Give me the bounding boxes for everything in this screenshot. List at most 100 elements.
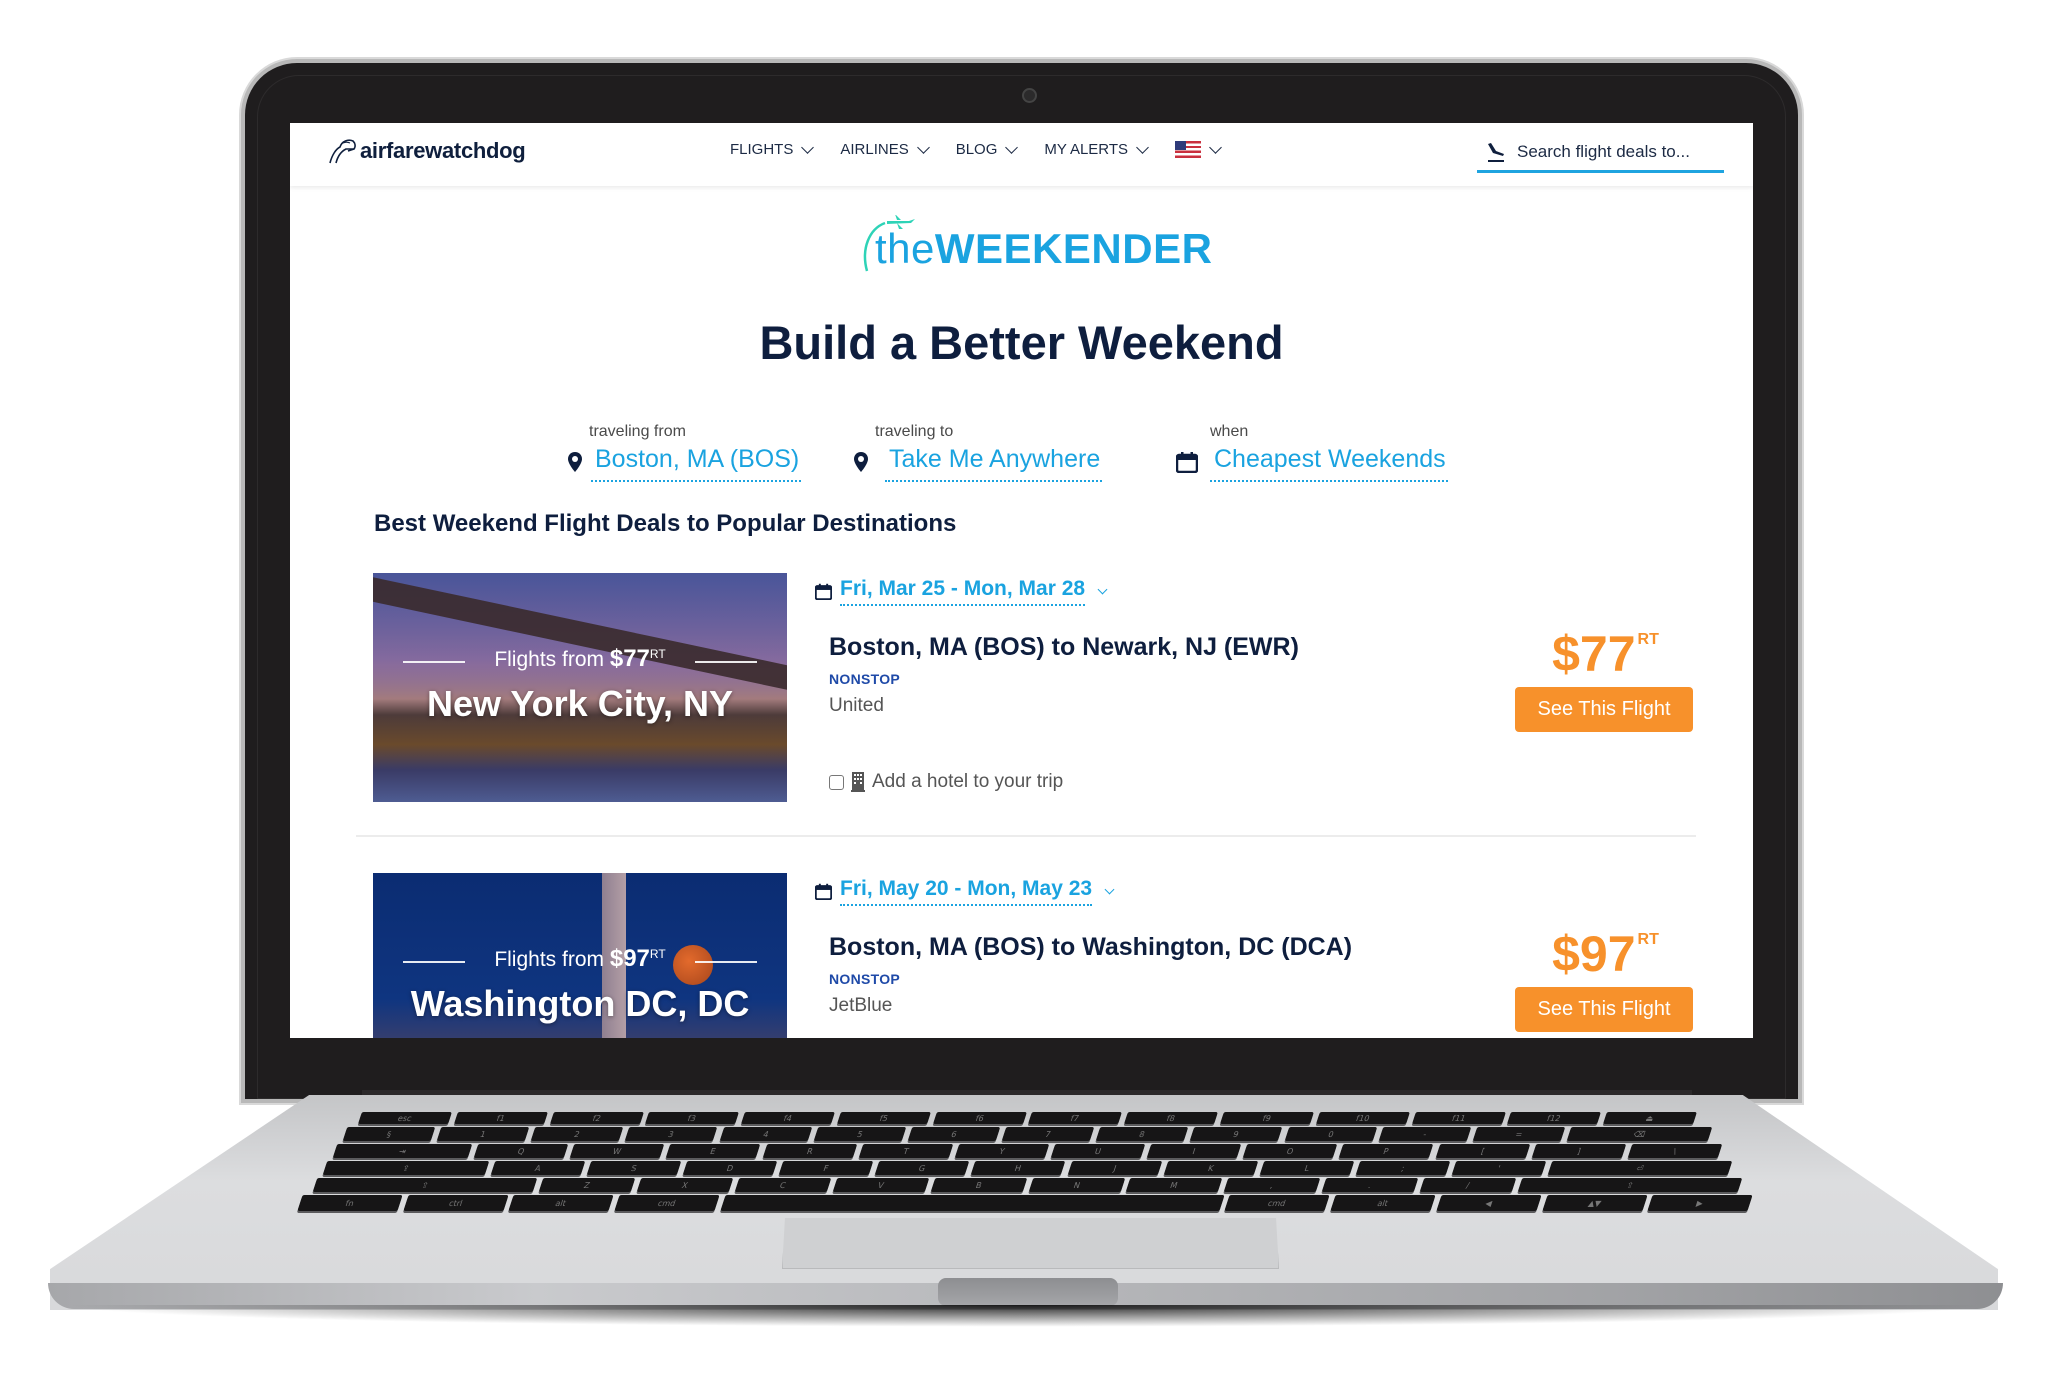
keyboard-row: § 1 2 3 4 5 6 7 8 9 0- = ⌫ <box>342 1127 1713 1141</box>
keyboard-key: alt <box>1330 1195 1436 1211</box>
rt-label: RT <box>649 647 666 661</box>
plane-landing-icon <box>1488 142 1504 162</box>
to-value[interactable]: Take Me Anywhere <box>885 445 1103 482</box>
keyboard-key: ⏏ <box>1603 1112 1697 1124</box>
keyboard-key: 9 <box>1190 1127 1283 1141</box>
flights-from-label: Flights from <box>494 948 604 971</box>
keyboard-key: f5 <box>836 1112 931 1124</box>
keyboard-row: ⇥ Q W E R T Y U I O P[] \ <box>332 1144 1723 1158</box>
price-amount: $77 <box>1552 626 1636 682</box>
keyboard-row: esc f1 f2 f3 f4 f5 f6 f7 f8 f9 f10 f11 f12 ⏏ <box>358 1112 1697 1124</box>
keyboard-key: ▶ <box>1647 1195 1753 1211</box>
keyboard-key: S <box>586 1161 682 1175</box>
laptop-keyboard: esc f1 f2 f3 f4 f5 f6 f7 f8 f9 f10 f11 f12 ⏏ § 1 2 3 4 5 6 7 8… <box>297 1112 1753 1211</box>
keyboard-key: Q <box>473 1144 569 1158</box>
destination-image[interactable]: Flights from $77RT New York City, NY <box>373 573 787 802</box>
nav-my-alerts-label: MY ALERTS <box>1044 141 1129 158</box>
section-heading: Best Weekend Flight Deals to Popular Des… <box>374 510 957 537</box>
keyboard-key: fn <box>297 1195 403 1211</box>
keyboard-key: f4 <box>741 1112 835 1124</box>
keyboard-key: N <box>1028 1178 1125 1192</box>
deal-price: $77 RT <box>1513 625 1698 683</box>
nav-blog[interactable]: BLOG <box>956 140 1019 158</box>
keyboard-key: ⏎ <box>1547 1161 1733 1175</box>
keyboard-row: ⇪ A S D F G H J K L; ' ⏎ <box>322 1161 1733 1175</box>
chevron-down-icon <box>1209 140 1222 154</box>
watchdog-icon <box>329 139 356 164</box>
flights-from-price: $97 <box>609 945 650 972</box>
nav-my-alerts[interactable]: MY ALERTS <box>1044 140 1149 158</box>
us-flag-icon <box>1175 141 1202 158</box>
image-overlay: Flights from $97RT Washington DC, DC <box>373 873 787 1038</box>
keyboard-row: fn ctrl alt cmd cmd alt ◀ ▲▼ ▶ <box>297 1195 1753 1211</box>
laptop-shadow <box>60 1305 1990 1327</box>
calendar-icon <box>1176 452 1198 473</box>
date-selector[interactable]: Fri, May 20 - Mon, May 23 <box>815 877 1115 906</box>
keyboard-key: , <box>1223 1178 1321 1192</box>
lid-opening-notch <box>938 1278 1118 1306</box>
keyboard-key: esc <box>358 1112 452 1124</box>
keyboard-key: R <box>762 1144 858 1158</box>
add-hotel-checkbox[interactable] <box>829 774 844 790</box>
trackpad <box>782 1218 1279 1269</box>
brand-logo[interactable]: airfarewatchdog <box>326 137 526 165</box>
keyboard-key: I <box>1146 1144 1242 1158</box>
chevron-down-icon <box>1097 584 1108 595</box>
see-this-flight-button[interactable]: See This Flight <box>1515 987 1693 1032</box>
nav-flights-label: FLIGHTS <box>730 141 794 158</box>
when-value[interactable]: Cheapest Weekends <box>1210 445 1448 482</box>
keyboard-key: f1 <box>453 1112 548 1124</box>
keyboard-key: alt <box>508 1195 614 1211</box>
flights-from: Flights from $77RT <box>373 645 787 673</box>
keyboard-key: ' <box>1451 1161 1547 1175</box>
top-nav: airfarewatchdog FLIGHTS AIRLINES BLOG MY… <box>290 123 1753 186</box>
date-range[interactable]: Fri, Mar 25 - Mon, Mar 28 <box>840 577 1086 606</box>
logo-wordmark: theWEEKENDER <box>875 225 1212 273</box>
flight-search-input[interactable]: Search flight deals to... <box>1477 133 1724 173</box>
search-placeholder: Search flight deals to... <box>1517 141 1690 161</box>
keyboard-key <box>720 1195 1225 1211</box>
map-pin-icon <box>854 452 868 472</box>
nav-airlines[interactable]: AIRLINES <box>840 140 930 158</box>
from-value[interactable]: Boston, MA (BOS) <box>591 445 802 482</box>
price-suffix: RT <box>1637 931 1659 948</box>
see-this-flight-button[interactable]: See This Flight <box>1515 687 1693 732</box>
add-hotel-option[interactable]: Add a hotel to your trip <box>829 771 1063 793</box>
date-selector[interactable]: Fri, Mar 25 - Mon, Mar 28 <box>815 577 1108 606</box>
add-hotel-label: Add a hotel to your trip <box>872 771 1064 792</box>
keyboard-key: ▲▼ <box>1542 1195 1647 1211</box>
keyboard-key: 6 <box>907 1127 1001 1141</box>
date-range[interactable]: Fri, May 20 - Mon, May 23 <box>840 877 1093 906</box>
keyboard-key: L <box>1259 1161 1354 1175</box>
chevron-down-icon <box>801 140 815 154</box>
locale-selector[interactable] <box>1175 140 1222 158</box>
keyboard-key: f10 <box>1315 1112 1410 1124</box>
keyboard-key: J <box>1067 1161 1162 1175</box>
keyboard-row: ⇧ Z X C V B N M,. / ⇧ <box>312 1178 1743 1192</box>
keyboard-key: § <box>342 1127 436 1141</box>
keyboard-key: f3 <box>645 1112 740 1124</box>
to-label: traveling to <box>875 423 954 440</box>
map-pin-icon <box>568 452 582 472</box>
keyboard-key: 0 <box>1284 1127 1377 1141</box>
nav-airlines-label: AIRLINES <box>840 141 909 158</box>
keyboard-key: f6 <box>932 1112 1027 1124</box>
keyboard-key: 3 <box>625 1127 718 1141</box>
stops-badge: NONSTOP <box>829 971 901 987</box>
card-divider <box>356 835 1696 837</box>
stops-badge: NONSTOP <box>829 671 901 687</box>
weekender-logo: theWEEKENDER <box>855 215 1212 285</box>
keyboard-key: ⇧ <box>1517 1178 1743 1192</box>
keyboard-key: X <box>636 1178 734 1192</box>
brand-name: airfarewatchdog <box>360 138 526 163</box>
destination-image[interactable]: Flights from $97RT Washington DC, DC <box>373 873 787 1038</box>
flight-route: Boston, MA (BOS) to Washington, DC (DCA) <box>829 933 1353 961</box>
nav-flights[interactable]: FLIGHTS <box>730 140 815 158</box>
keyboard-key: C <box>734 1178 832 1192</box>
keyboard-key: Z <box>539 1178 636 1192</box>
page-title: Build a Better Weekend <box>759 316 1284 369</box>
flights-from: Flights from $97RT <box>373 945 787 973</box>
keyboard-key: P <box>1339 1144 1434 1158</box>
keyboard-key: A <box>490 1161 586 1175</box>
browser-screen: airfarewatchdog FLIGHTS AIRLINES BLOG MY… <box>290 123 1753 1038</box>
